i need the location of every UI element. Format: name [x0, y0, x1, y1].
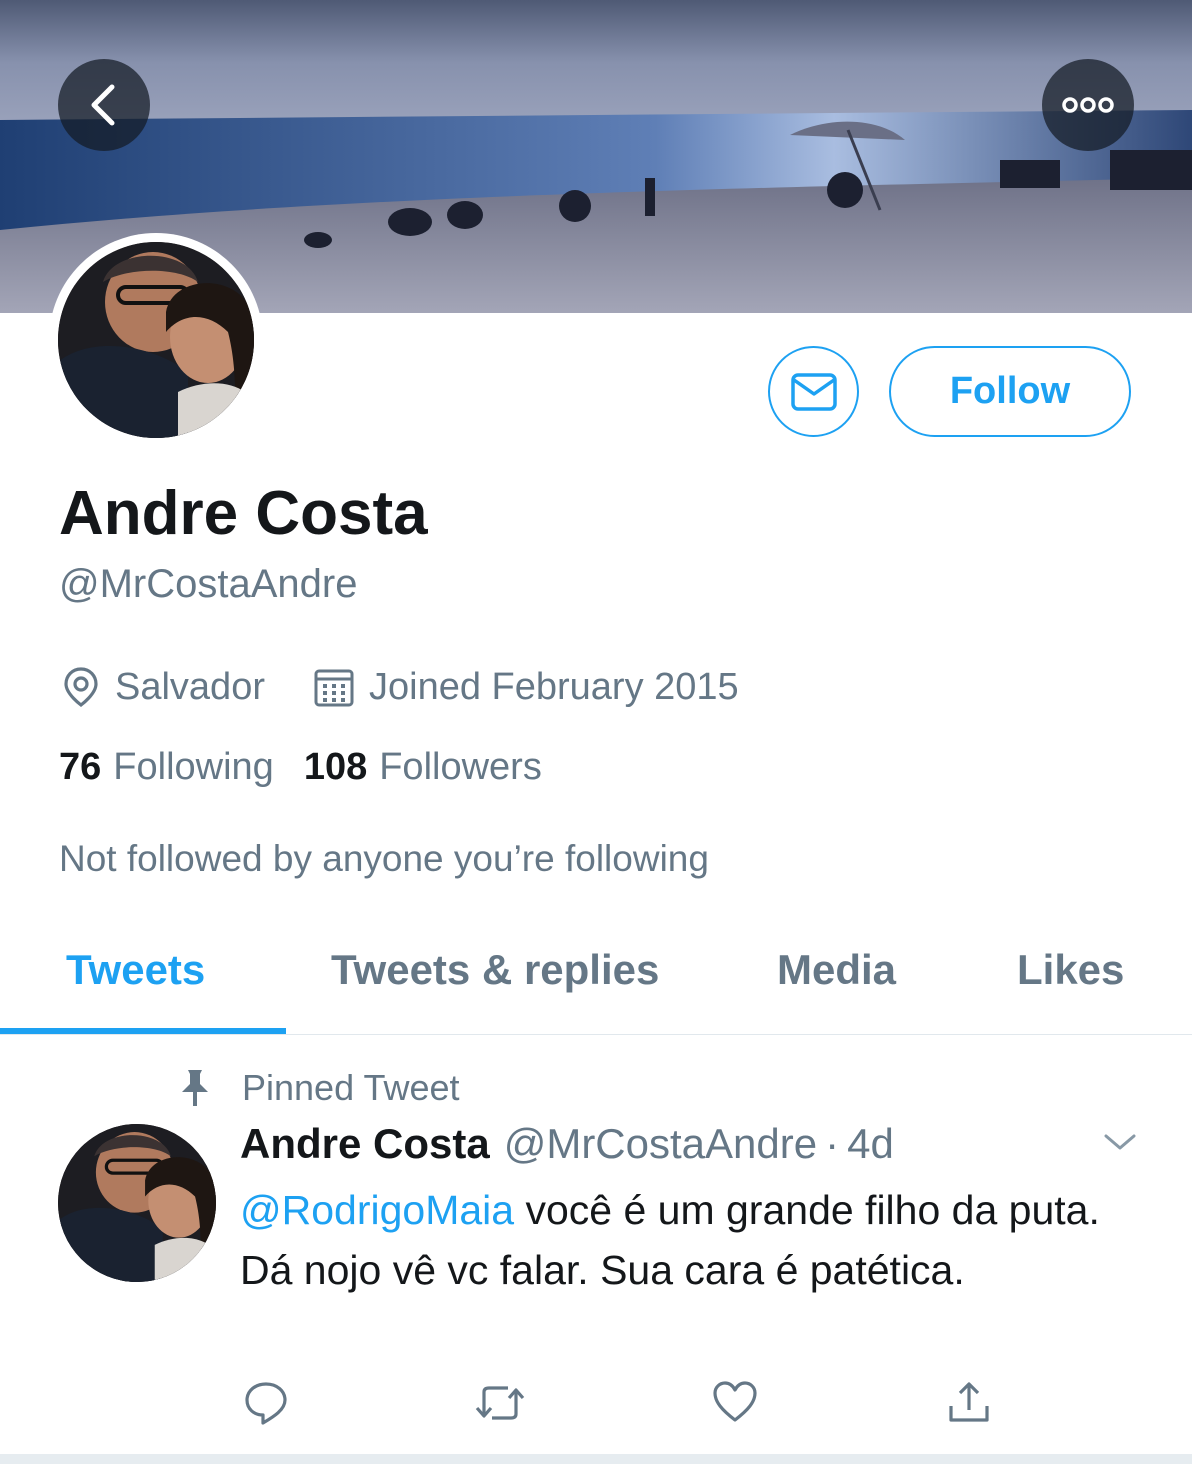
following-link[interactable]: 76 Following — [59, 746, 274, 789]
calendar-icon — [314, 669, 354, 707]
followers-label: Followers — [379, 746, 542, 788]
profile-handle: @MrCostaAndre — [59, 562, 358, 606]
tweet-text: @RodrigoMaia você é um grande filho da p… — [240, 1180, 1140, 1300]
followers-link[interactable]: 108 Followers — [304, 746, 542, 789]
profile-tabs: Tweets Tweets & replies Media Likes — [0, 930, 1192, 1035]
tweet-mention-link[interactable]: @RodrigoMaia — [240, 1187, 514, 1233]
heart-icon — [713, 1381, 757, 1422]
envelope-icon — [790, 372, 837, 411]
tab-likes[interactable]: Likes — [1017, 946, 1124, 994]
retweet-icon — [475, 1386, 525, 1420]
joined-text: Joined February 2015 — [369, 665, 739, 708]
pinned-text: Pinned Tweet — [242, 1067, 460, 1108]
tweet-menu-button[interactable] — [1102, 1130, 1138, 1159]
pin-icon — [182, 1070, 208, 1106]
profile-avatar[interactable] — [49, 233, 263, 447]
profile-name: Andre Costa — [59, 479, 428, 548]
chevron-down-icon — [1104, 1134, 1136, 1150]
profile-joined: Joined February 2015 — [313, 662, 739, 712]
avatar-photo — [58, 242, 254, 438]
tweet-timestamp: 4d — [847, 1120, 894, 1167]
tweet-avatar[interactable] — [58, 1124, 216, 1282]
tab-media[interactable]: Media — [777, 946, 896, 994]
following-label: Following — [113, 746, 274, 788]
location-text: Salvador — [115, 665, 265, 708]
retweet-button[interactable] — [474, 1380, 526, 1431]
tweet-author-name[interactable]: Andre Costa — [240, 1120, 490, 1168]
active-tab-indicator — [0, 1028, 286, 1034]
share-icon — [949, 1382, 989, 1422]
followers-you-know: Not followed by anyone you’re following — [59, 838, 709, 879]
message-button[interactable] — [768, 346, 859, 437]
followers-count: 108 — [303, 746, 368, 788]
back-button[interactable] — [58, 59, 150, 151]
pinned-tweet-label: Pinned Tweet — [178, 1066, 460, 1110]
tab-tweets-replies[interactable]: Tweets & replies — [331, 946, 659, 994]
tweet-header: Andre Costa @MrCostaAndre · 4d — [240, 1120, 894, 1168]
location-pin-icon — [64, 667, 98, 707]
reply-button[interactable] — [243, 1380, 289, 1431]
following-count: 76 — [59, 746, 102, 788]
reply-icon — [245, 1382, 287, 1425]
share-button[interactable] — [946, 1380, 992, 1431]
like-button[interactable] — [712, 1380, 758, 1429]
follow-button[interactable]: Follow — [889, 346, 1131, 437]
more-horizontal-icon — [1062, 97, 1114, 113]
chevron-left-icon — [91, 84, 115, 126]
tweet-separator: · — [825, 1120, 840, 1167]
tab-tweets[interactable]: Tweets — [66, 946, 205, 994]
more-options-button[interactable] — [1042, 59, 1134, 151]
tweet-author-handle: @MrCostaAndre — [503, 1120, 818, 1167]
profile-location: Salvador — [61, 662, 265, 712]
follow-counts: 76 Following 108 Followers — [59, 746, 572, 789]
tweet-divider — [0, 1454, 1192, 1464]
